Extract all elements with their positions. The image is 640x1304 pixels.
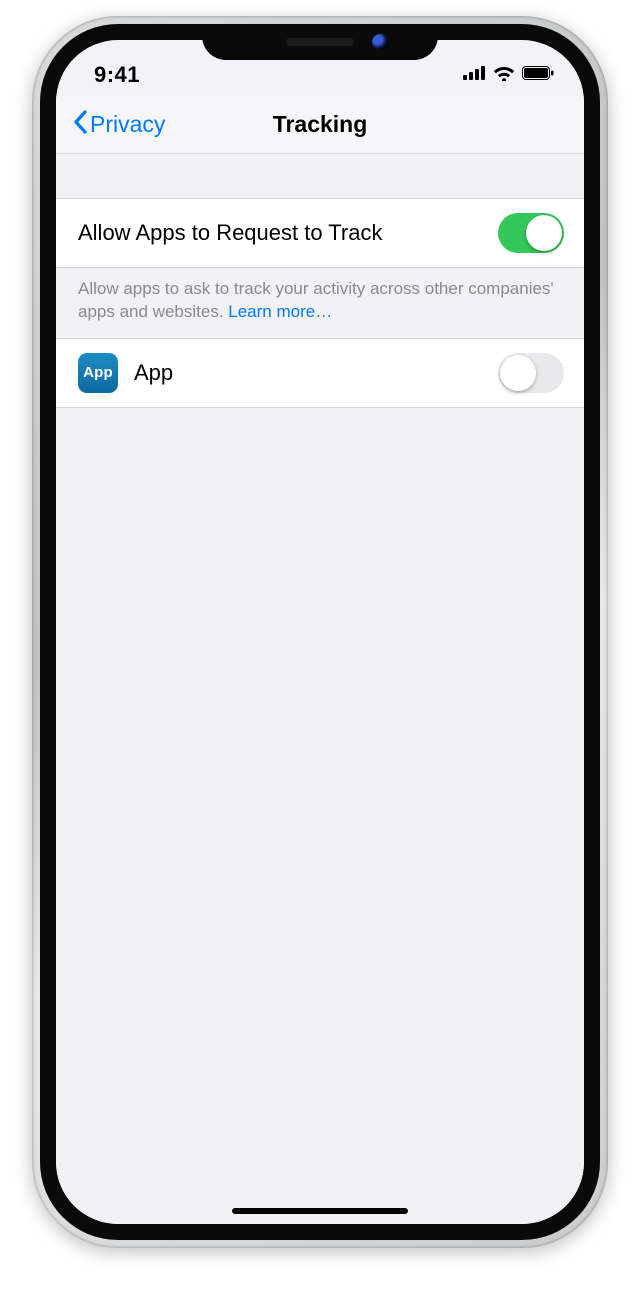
toggle-knob: [500, 355, 536, 391]
back-label: Privacy: [90, 111, 165, 138]
cellular-icon: [463, 66, 486, 85]
status-time: 9:41: [94, 62, 140, 88]
allow-request-to-track-row: Allow Apps to Request to Track: [56, 198, 584, 268]
chevron-left-icon: [72, 110, 88, 140]
allow-request-to-track-label: Allow Apps to Request to Track: [78, 220, 498, 246]
nav-bar: Privacy Tracking: [56, 96, 584, 154]
toggle-knob: [526, 215, 562, 251]
section-footer: Allow apps to ask to track your activity…: [56, 268, 584, 338]
speaker-grill: [286, 38, 354, 46]
app-tracking-row: App App: [56, 338, 584, 408]
bezel: 9:41: [40, 24, 600, 1240]
screen: 9:41: [56, 40, 584, 1224]
back-button[interactable]: Privacy: [66, 106, 171, 144]
allow-request-to-track-toggle[interactable]: [498, 213, 564, 253]
status-icons: [463, 65, 554, 86]
home-indicator[interactable]: [232, 1208, 408, 1214]
wifi-icon: [493, 65, 515, 86]
app-list: App App: [56, 338, 584, 408]
app-name-label: App: [134, 360, 498, 386]
device-frame: 9:41: [32, 16, 608, 1248]
app-tracking-toggle[interactable]: [498, 353, 564, 393]
settings-content: Allow Apps to Request to Track Allow app…: [56, 154, 584, 1224]
battery-icon: [522, 66, 554, 85]
front-camera: [372, 34, 388, 50]
learn-more-link[interactable]: Learn more…: [228, 302, 332, 321]
app-icon: App: [78, 353, 118, 393]
